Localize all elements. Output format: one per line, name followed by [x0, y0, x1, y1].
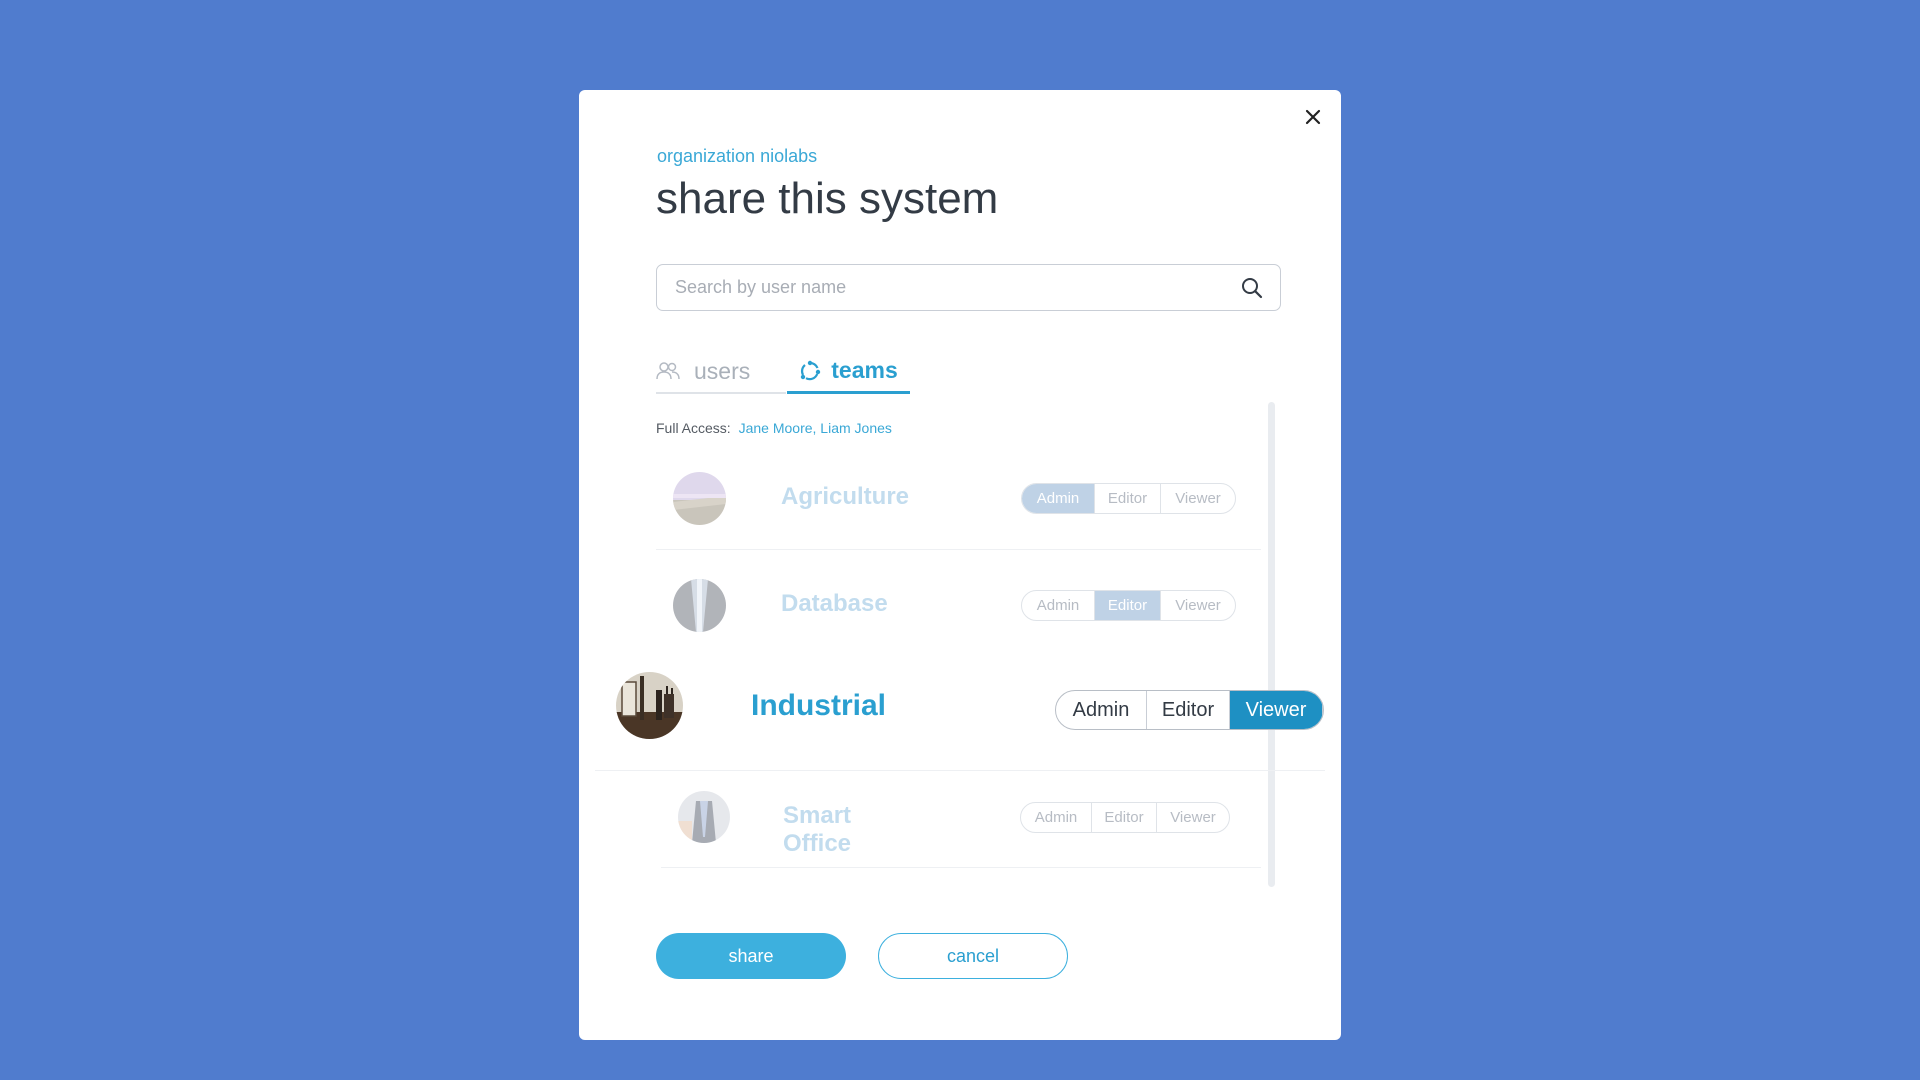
industrial-avatar — [616, 672, 683, 739]
share-button[interactable]: share — [656, 933, 846, 979]
full-access-line: Full Access: Jane Moore, Liam Jones — [656, 420, 892, 436]
row-divider — [656, 549, 1261, 550]
search-box — [656, 264, 1281, 311]
full-access-label: Full Access: — [656, 420, 731, 436]
organization-label: organization niolabs — [657, 146, 818, 166]
close-icon — [1305, 109, 1321, 125]
team-name: Agriculture — [781, 483, 910, 510]
row-divider — [595, 770, 1325, 771]
role-admin-option[interactable]: Admin — [1021, 803, 1092, 832]
list-scrollbar[interactable] — [1268, 402, 1275, 887]
dialog-title: share this system — [656, 174, 999, 223]
users-icon — [656, 362, 680, 380]
tab-teams-label: teams — [831, 357, 898, 383]
tab-users[interactable]: users — [656, 350, 786, 394]
close-button[interactable] — [1298, 102, 1328, 132]
role-viewer-option[interactable]: Viewer — [1157, 803, 1229, 832]
role-selector: Admin Editor Viewer — [1020, 802, 1230, 833]
role-admin-option[interactable]: Admin — [1022, 591, 1095, 620]
role-editor-option[interactable]: Editor — [1095, 484, 1161, 513]
team-name: Industrial — [751, 689, 887, 722]
teams-icon — [801, 360, 821, 380]
tab-users-label: users — [694, 357, 751, 384]
role-selector: Admin Editor Viewer — [1021, 590, 1236, 621]
agriculture-avatar — [673, 472, 726, 525]
search-input[interactable] — [675, 265, 1215, 309]
share-dialog: organization niolabs share this system u… — [579, 90, 1341, 1040]
row-divider — [661, 867, 1261, 868]
role-viewer-option[interactable]: Viewer — [1161, 484, 1235, 513]
tab-teams[interactable]: teams — [787, 350, 910, 394]
team-name: Database — [781, 590, 888, 617]
search-icon[interactable] — [1240, 276, 1264, 300]
full-access-names[interactable]: Jane Moore, Liam Jones — [739, 420, 892, 436]
role-editor-option[interactable]: Editor — [1147, 691, 1230, 729]
role-selector: Admin Editor Viewer — [1021, 483, 1236, 514]
role-admin-option[interactable]: Admin — [1022, 484, 1095, 513]
role-editor-option[interactable]: Editor — [1092, 803, 1157, 832]
role-viewer-option[interactable]: Viewer — [1230, 691, 1323, 729]
role-selector: Admin Editor Viewer — [1055, 690, 1324, 730]
team-name: Smart Office — [783, 802, 852, 857]
role-admin-option[interactable]: Admin — [1056, 691, 1147, 729]
database-avatar — [673, 579, 726, 632]
role-viewer-option[interactable]: Viewer — [1161, 591, 1235, 620]
cancel-button[interactable]: cancel — [878, 933, 1068, 979]
smart-office-avatar — [678, 791, 730, 843]
role-editor-option[interactable]: Editor — [1095, 591, 1161, 620]
